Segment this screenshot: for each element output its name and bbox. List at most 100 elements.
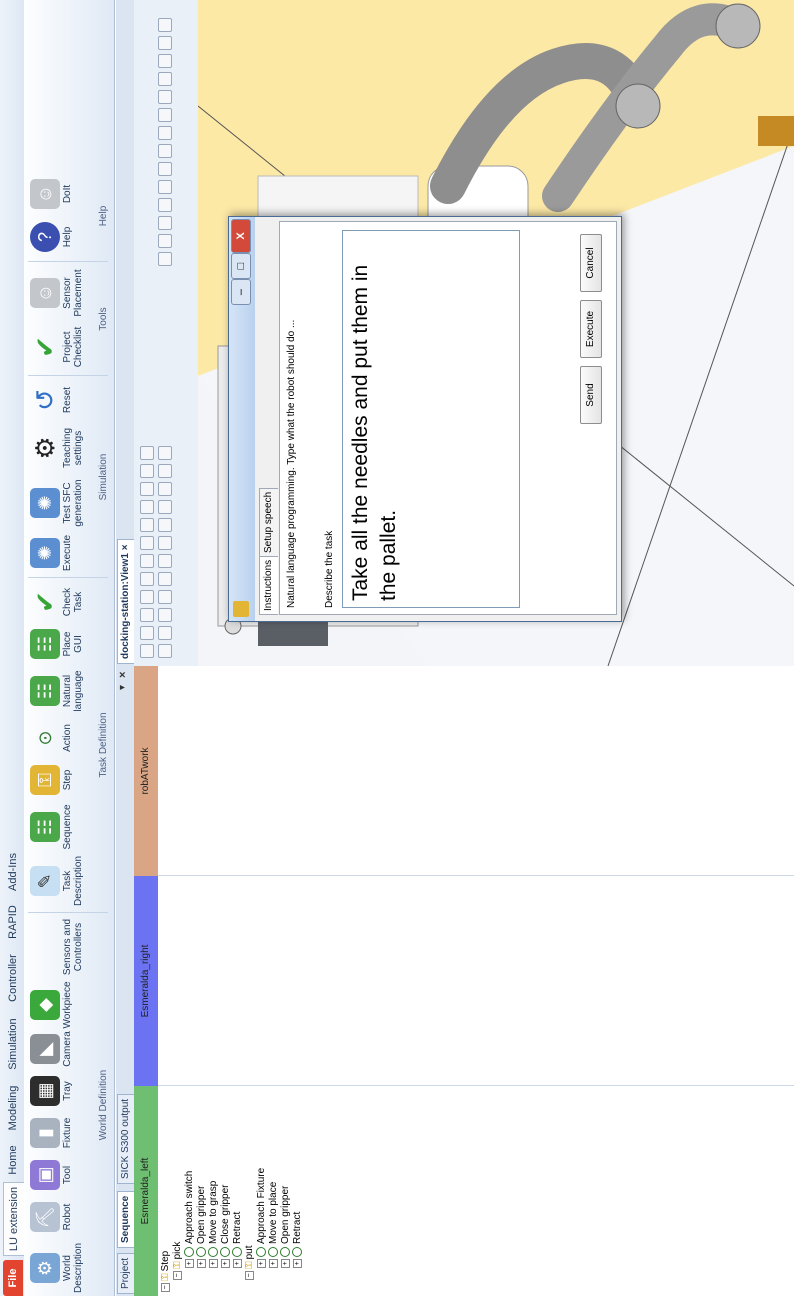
view-tool-icon[interactable] (158, 518, 172, 532)
close-icon[interactable]: × (120, 544, 131, 550)
project-checklist-button[interactable]: ✔ Project Checklist (28, 322, 98, 372)
tray-button[interactable]: ▦ Tray (28, 1068, 98, 1114)
workpiece-button[interactable]: ◆ Workpiece (28, 980, 98, 1030)
tree-node-action[interactable]: +Close gripper (220, 1185, 231, 1268)
maximize-button[interactable]: □ (231, 253, 251, 279)
tab-setup-speech[interactable]: Setup speech (259, 487, 278, 557)
execute-button[interactable]: ✺ Execute (28, 532, 98, 574)
execute-button[interactable]: Execute (580, 300, 602, 358)
view-tool-icon[interactable] (158, 590, 172, 604)
view-tool-icon[interactable] (140, 572, 154, 586)
dialog-titlebar[interactable]: – □ X (229, 217, 255, 621)
tree-node-action[interactable]: +Move to grasp (208, 1181, 219, 1268)
view-tool-icon[interactable] (158, 144, 172, 158)
view-tool-icon[interactable] (158, 626, 172, 640)
view-tool-icon[interactable] (140, 446, 154, 460)
view-tool-icon[interactable] (140, 500, 154, 514)
sequence-area: −⚿Step −⚿pick +Approach switch +Open gri… (158, 666, 794, 1296)
close-button[interactable]: X (231, 219, 251, 253)
tab-lu-extension[interactable]: LU extension (3, 1182, 24, 1256)
tree-node-put[interactable]: −⚿put (244, 1245, 255, 1280)
send-button[interactable]: Send (580, 366, 602, 424)
tree-node-action[interactable]: +Open gripper (280, 1186, 291, 1268)
tab-sick-output[interactable]: SICK S300 output (117, 1093, 134, 1184)
tool-button[interactable]: ▣ Tool (28, 1152, 98, 1198)
step-button[interactable]: ⚿ Step (28, 760, 98, 800)
tab-project[interactable]: Project (117, 1252, 134, 1294)
tab-file[interactable]: File (3, 1260, 23, 1296)
tree-node-action[interactable]: +Approach switch (184, 1171, 195, 1268)
tree-node-action[interactable]: +Approach Fixture (256, 1168, 267, 1268)
view-tool-icon[interactable] (158, 198, 172, 212)
task-description-input[interactable]: Take all the needles and put them in the… (342, 230, 520, 608)
view-tool-icon[interactable] (140, 608, 154, 622)
tab-simulation[interactable]: Simulation (3, 1012, 23, 1076)
tree-node-action[interactable]: +Retract (292, 1212, 303, 1268)
robot-button[interactable]: ⛏ Robot (28, 1194, 98, 1240)
view-tool-icon[interactable] (158, 482, 172, 496)
view-tool-icon[interactable] (140, 482, 154, 496)
tree-node-action[interactable]: +Open gripper (196, 1186, 207, 1268)
cancel-button[interactable]: Cancel (580, 234, 602, 292)
view-tool-icon[interactable] (158, 554, 172, 568)
help-button[interactable]: ? Help (28, 216, 98, 258)
view-tool-icon[interactable] (158, 216, 172, 230)
view-tool-icon[interactable] (158, 234, 172, 248)
view-tool-icon[interactable] (158, 18, 172, 32)
view-tool-icon[interactable] (158, 72, 172, 86)
tree-node-action[interactable]: +Retract (232, 1212, 243, 1268)
test-sfc-button[interactable]: ✺ Test SFC generation (28, 476, 98, 530)
view-tool-icon[interactable] (140, 644, 154, 658)
view-tool-icon[interactable] (158, 500, 172, 514)
view-tool-icon[interactable] (158, 608, 172, 622)
view-tool-icon[interactable] (158, 54, 172, 68)
sequence-button[interactable]: ☷ Sequence (28, 802, 98, 852)
view-tool-icon[interactable] (140, 626, 154, 640)
tab-home[interactable]: Home (3, 1140, 23, 1180)
view-tool-icon[interactable] (158, 464, 172, 478)
view-tool-icon[interactable] (140, 536, 154, 550)
tree-node-pick[interactable]: −⚿pick (172, 1242, 183, 1280)
tab-modeling[interactable]: Modeling (3, 1080, 23, 1136)
close-icon[interactable]: × (117, 672, 129, 678)
tab-sequence[interactable]: Sequence (117, 1190, 134, 1248)
world-description-button[interactable]: ⚙ World Description (28, 1242, 98, 1294)
sensor-placement-button[interactable]: ☺ Sensor Placement (28, 266, 98, 320)
view-tool-icon[interactable] (158, 126, 172, 140)
natural-language-button[interactable]: ☷ Natural language (28, 666, 98, 716)
tab-docking-station-view[interactable]: docking-station:View1 × (117, 539, 134, 664)
view-tool-icon[interactable] (158, 446, 172, 460)
doit-button[interactable]: ☺ DoIt (28, 174, 98, 214)
view-tool-icon[interactable] (158, 536, 172, 550)
tree-node-action[interactable]: +Move to place (268, 1182, 279, 1268)
tree-node-step[interactable]: −⚿Step (160, 1251, 171, 1292)
place-gui-button[interactable]: ☷ Place GUI (28, 624, 98, 664)
view-tool-icon[interactable] (158, 108, 172, 122)
view-tool-icon[interactable] (140, 518, 154, 532)
view-tool-icon[interactable] (158, 572, 172, 586)
view-tool-icon[interactable] (140, 590, 154, 604)
action-button[interactable]: ⊙ Action (28, 718, 98, 758)
view-tool-icon[interactable] (140, 554, 154, 568)
task-description-button[interactable]: ✎ Task Description (28, 854, 98, 908)
reset-button[interactable]: ↺ Reset (28, 380, 98, 420)
view-tool-icon[interactable] (158, 36, 172, 50)
fixture-button[interactable]: ▮ Fixture (28, 1110, 98, 1156)
tab-controller[interactable]: Controller (3, 948, 23, 1008)
view-tool-icon[interactable] (158, 180, 172, 194)
view-tool-icon[interactable] (158, 644, 172, 658)
check-task-button[interactable]: ✔ Check Task (28, 582, 98, 622)
group-label-task-definition: Task Definition (98, 712, 109, 778)
view-tool-icon[interactable] (158, 90, 172, 104)
view-tool-icon[interactable] (158, 252, 172, 266)
teaching-settings-button[interactable]: ⚙ Teaching settings (28, 422, 98, 474)
camera-button[interactable]: ◣ Camera (28, 1026, 98, 1072)
pin-icon[interactable]: ▾ (117, 685, 128, 690)
view-tool-icon[interactable] (140, 464, 154, 478)
tab-rapid[interactable]: RAPID (3, 900, 23, 944)
view-tool-icon[interactable] (158, 162, 172, 176)
tab-add-ins[interactable]: Add-Ins (3, 848, 23, 896)
sensors-controllers-button[interactable]: Sensors and Controllers (28, 916, 98, 978)
tab-instructions[interactable]: Instructions (259, 555, 278, 615)
minimize-button[interactable]: – (231, 279, 251, 305)
